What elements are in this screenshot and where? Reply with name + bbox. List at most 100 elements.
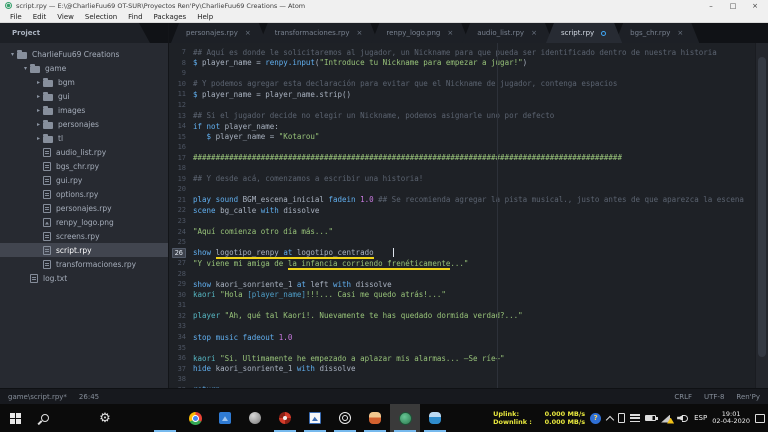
tree-item-transformaciones.rpy[interactable]: transformaciones.rpy [0, 257, 168, 271]
status-encoding[interactable]: UTF-8 [704, 393, 724, 401]
volume-icon[interactable] [677, 414, 689, 423]
tab-close-icon[interactable]: × [531, 29, 537, 37]
tree-item-screens.rpy[interactable]: screens.rpy [0, 229, 168, 243]
chevron-down-icon[interactable]: ▾ [21, 65, 30, 72]
tab-close-icon[interactable]: × [245, 29, 251, 37]
tray-device-icon[interactable] [618, 413, 625, 423]
code-text: play sound BGM_escena_inicial fadein 1.0… [193, 195, 744, 204]
battery-icon[interactable] [645, 415, 656, 421]
taskbar-sphere-icon[interactable] [240, 404, 270, 432]
code-editor[interactable]: 7## Aquí es donde le solicitaremos al ju… [169, 43, 768, 388]
action-center-icon[interactable] [755, 414, 765, 423]
line-number: 36 [169, 354, 193, 362]
taskbar-task-view-icon[interactable] [60, 404, 90, 432]
code-line: 28 [169, 268, 768, 279]
file-icon [43, 246, 51, 255]
tree-item-script.rpy[interactable]: script.rpy [0, 243, 168, 257]
tree-item-renpy_logo.png[interactable]: renpy_logo.png [0, 215, 168, 229]
status-line-ending[interactable]: CRLF [674, 393, 692, 401]
close-button[interactable]: × [744, 0, 766, 11]
tree-item-game[interactable]: ▾game [0, 61, 168, 75]
code-text: ## Y desde acá, comenzamos a escribir un… [193, 174, 423, 183]
tab-audio_list.rpy[interactable]: audio_list.rpy × [462, 23, 553, 43]
clock[interactable]: 19:01 02-04-2020 [712, 411, 750, 426]
taskbar-girl-blue-icon[interactable] [420, 404, 450, 432]
wrap-guide [497, 43, 498, 388]
tree-item-bgm[interactable]: ▸bgm [0, 75, 168, 89]
modified-dot-icon[interactable] [601, 31, 606, 36]
menu-help[interactable]: Help [192, 13, 218, 21]
network-warning-icon[interactable] [661, 414, 672, 423]
taskbar-chrome-icon[interactable] [180, 404, 210, 432]
tab-personajes.rpy[interactable]: personajes.rpy × [171, 23, 267, 43]
menu-file[interactable]: File [5, 13, 27, 21]
taskbar-atom-icon[interactable] [390, 404, 420, 432]
tree-item-personajes.rpy[interactable]: personajes.rpy [0, 201, 168, 215]
scrollbar-thumb[interactable] [758, 57, 766, 357]
chevron-right-icon[interactable]: ▸ [34, 93, 43, 100]
menu-view[interactable]: View [52, 13, 79, 21]
text-cursor [393, 248, 394, 257]
taskbar-explorer-icon[interactable] [150, 404, 180, 432]
tree-item-CharlieFuu69 Creations[interactable]: ▾CharlieFuu69 Creations [0, 47, 168, 61]
tab-renpy_logo.png[interactable]: renpy_logo.png× [371, 23, 469, 43]
menu-bar: FileEditViewSelectionFindPackagesHelp [0, 11, 768, 23]
menu-selection[interactable]: Selection [80, 13, 122, 21]
taskbar-girl-orange-icon[interactable] [360, 404, 390, 432]
status-file-path[interactable]: game\script.rpy* [8, 393, 67, 401]
taskbar-start-icon[interactable] [0, 404, 30, 432]
status-grammar[interactable]: Ren'Py [736, 393, 760, 401]
menu-edit[interactable]: Edit [28, 13, 52, 21]
code-text: ########################################… [193, 153, 622, 162]
editor-scrollbar[interactable] [755, 43, 768, 388]
chevron-right-icon[interactable]: ▸ [34, 79, 43, 86]
window-title: script.rpy — E:\@CharlieFuu69 OT-SUR\Pro… [16, 2, 305, 10]
tab-label: script.rpy [561, 29, 594, 37]
line-number-value: 22 [178, 206, 186, 214]
title-bar: script.rpy — E:\@CharlieFuu69 OT-SUR\Pro… [0, 0, 768, 11]
tab-close-icon[interactable]: × [677, 29, 683, 37]
status-cursor-position[interactable]: 26:45 [79, 393, 99, 401]
taskbar-viewer-icon[interactable] [300, 404, 330, 432]
taskbar-settings-icon[interactable]: ⚙ [90, 404, 120, 432]
tray-help-icon[interactable]: ? [590, 413, 601, 424]
chevron-right-icon[interactable]: ▸ [34, 135, 43, 142]
tray-keyboard-icon[interactable] [630, 414, 640, 422]
tab-label: personajes.rpy [186, 29, 238, 37]
tab-label: audio_list.rpy [477, 29, 524, 37]
taskbar-defender-icon[interactable] [120, 404, 150, 432]
taskbar-search-icon[interactable] [30, 404, 60, 432]
project-header-strip: Project [0, 23, 168, 43]
tree-item-options.rpy[interactable]: options.rpy [0, 187, 168, 201]
menu-packages[interactable]: Packages [149, 13, 192, 21]
tree-item-gui.rpy[interactable]: gui.rpy [0, 173, 168, 187]
tab-close-icon[interactable]: × [447, 29, 453, 37]
tree-item-audio_list.rpy[interactable]: audio_list.rpy [0, 145, 168, 159]
code-line: 23 [169, 216, 768, 227]
tab-bgs_chr.rpy[interactable]: bgs_chr.rpy× [615, 23, 699, 43]
taskbar-target-icon[interactable] [330, 404, 360, 432]
tree-item-bgs_chr.rpy[interactable]: bgs_chr.rpy [0, 159, 168, 173]
line-number: 32 [169, 312, 193, 320]
tab-script.rpy[interactable]: script.rpy [546, 23, 622, 43]
tree-item-gui[interactable]: ▸gui [0, 89, 168, 103]
tree-item-personajes[interactable]: ▸personajes [0, 117, 168, 131]
atom-window: script.rpy — E:\@CharlieFuu69 OT-SUR\Pro… [0, 0, 768, 432]
tab-close-icon[interactable]: × [357, 29, 363, 37]
chevron-down-icon[interactable]: ▾ [8, 51, 17, 58]
tree-item-tl[interactable]: ▸tl [0, 131, 168, 145]
tree-item-log.txt[interactable]: log.txt [0, 271, 168, 285]
maximize-button[interactable]: □ [722, 0, 744, 11]
hidden-icons-chevron-icon[interactable] [606, 415, 613, 422]
chevron-right-icon[interactable]: ▸ [34, 121, 43, 128]
minimize-button[interactable]: – [700, 0, 722, 11]
chevron-right-icon[interactable]: ▸ [34, 107, 43, 114]
tree-item-images[interactable]: ▸images [0, 103, 168, 117]
taskbar-photos-icon[interactable] [210, 404, 240, 432]
tab-transformaciones.rpy[interactable]: transformaciones.rpy× [260, 23, 379, 43]
taskbar-pinwheel-icon[interactable] [270, 404, 300, 432]
language-indicator[interactable]: ESP [694, 414, 707, 422]
menu-find[interactable]: Find [123, 13, 147, 21]
editor-pane: personajes.rpy×transformaciones.rpy×renp… [169, 23, 768, 388]
project-header[interactable]: Project [0, 23, 150, 43]
